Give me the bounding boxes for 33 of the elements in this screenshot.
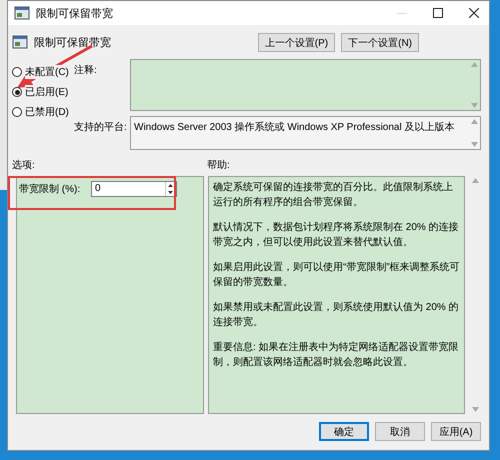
spin-field[interactable]: 0 bbox=[91, 181, 177, 197]
options-heading: 选项: bbox=[12, 158, 36, 173]
help-text: 如果启用此设置，则可以使用“带宽限制”框来调整系统可保留的带宽数量。 bbox=[213, 260, 460, 290]
policy-name: 限制可保留带宽 bbox=[34, 36, 112, 50]
scroll-up-icon[interactable] bbox=[472, 178, 478, 183]
window-title: 限制可保留带宽 bbox=[36, 6, 114, 20]
platform-field: Windows Server 2003 操作系统或 Windows XP Professional 及以上版本 bbox=[130, 116, 481, 150]
minimize-icon[interactable] bbox=[397, 12, 407, 14]
policy-icon bbox=[14, 5, 30, 21]
comment-label: 注释: bbox=[74, 64, 98, 78]
help-text: 如果禁用或未配置此设置，则系统使用默认值为 20% 的连接带宽。 bbox=[213, 300, 460, 330]
spin-up-icon[interactable] bbox=[166, 182, 175, 189]
maximize-icon[interactable] bbox=[433, 8, 443, 18]
dialog-button[interactable]: 应用(A) bbox=[431, 422, 481, 441]
close-icon[interactable] bbox=[469, 8, 479, 18]
platform-label: 支持的平台: bbox=[74, 120, 128, 135]
scroll-down-icon[interactable] bbox=[472, 407, 478, 412]
scroll-up-icon[interactable] bbox=[470, 62, 478, 67]
dialog-button[interactable]: 确定 bbox=[319, 422, 369, 441]
nav-button[interactable]: 下一个设置(N) bbox=[341, 32, 419, 52]
help-text: 确定系统可保留的连接带宽的百分比。此值限制系统上运行的所有程序的组合带宽保留。 bbox=[213, 180, 454, 210]
comment-field[interactable] bbox=[130, 59, 481, 111]
scroll-down-icon[interactable] bbox=[470, 103, 478, 108]
setting-icon bbox=[12, 34, 28, 50]
spin-down-icon[interactable] bbox=[166, 189, 175, 196]
field-label: 带宽限制 (%): bbox=[19, 182, 82, 196]
nav-button[interactable]: 上一个设置(P) bbox=[258, 32, 336, 52]
help-heading: 帮助: bbox=[207, 158, 230, 173]
help-text: 重要信息: 如果在注册表中为特定网络适配器设置带宽限制，则配置该网络适配器时就会忽略此设置。 bbox=[213, 340, 460, 370]
scroll-up-icon[interactable] bbox=[470, 119, 478, 124]
dialog-button[interactable]: 取消 bbox=[375, 422, 425, 441]
scroll-down-icon[interactable] bbox=[470, 142, 478, 147]
help-text: 默认情况下，数据包计划程序将系统限制在 20% 的连接带宽之内，但可以使用此设置来替代默认值。 bbox=[213, 220, 460, 250]
